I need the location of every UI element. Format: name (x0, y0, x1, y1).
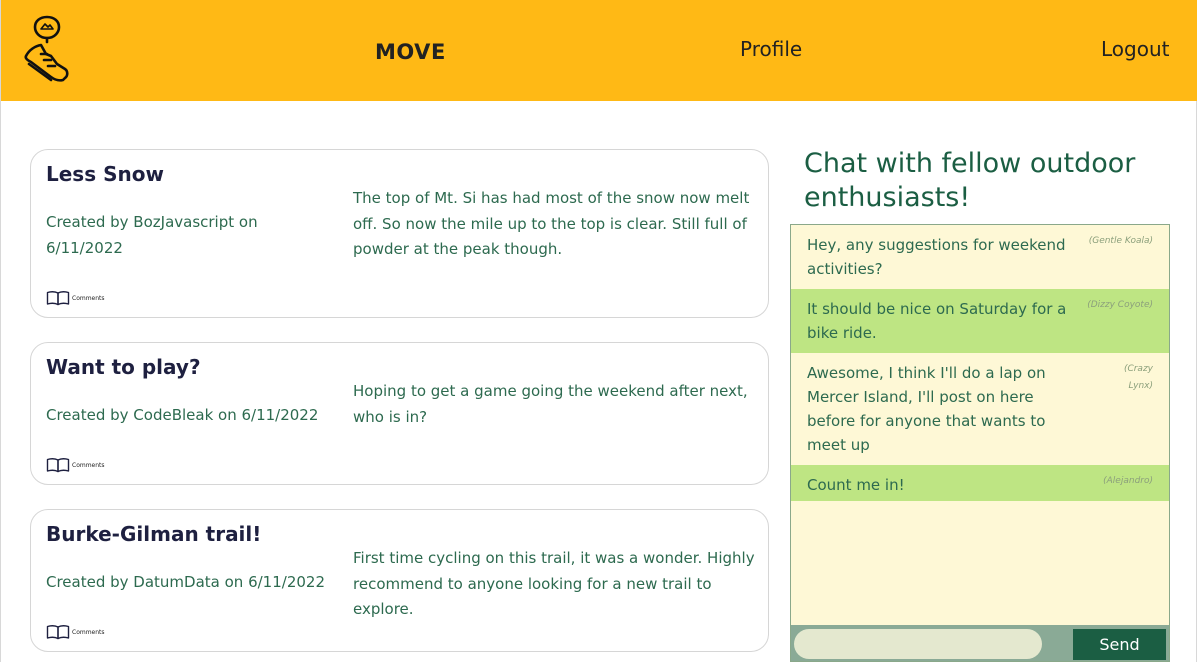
top-navbar: MOVE Profile Logout (1, 0, 1197, 101)
post-body: The top of Mt. Si has had most of the sn… (353, 189, 750, 258)
open-book-icon (46, 625, 70, 640)
chat-message-author: (Alejandro) (1103, 476, 1153, 486)
chat-message-author: (Dizzy Coyote) (1087, 300, 1153, 310)
comments-label: Comments (72, 294, 105, 302)
chat-message: Awesome, I think I'll do a lap on Mercer… (791, 353, 1169, 465)
logout-link[interactable]: Logout (1101, 37, 1169, 61)
comments-label: Comments (72, 628, 105, 636)
chat-input-bar: Send (791, 625, 1169, 661)
profile-link[interactable]: Profile (740, 37, 802, 61)
chat-message: It should be nice on Saturday for a bike… (791, 289, 1169, 353)
open-book-icon (46, 291, 70, 306)
chat-message: Count me in! (Alejandro) (791, 465, 1169, 501)
post-card: Want to play? Created by CodeBleak on 6/… (30, 342, 769, 485)
chat-message-author: (Gentle Koala) (1088, 236, 1153, 246)
post-card: Less Snow Created by BozJavascript on 6/… (30, 149, 769, 318)
chat-message: Hey, any suggestions for weekend activit… (791, 225, 1169, 289)
running-shoe-location-pin-icon[interactable] (21, 14, 71, 86)
chat-message-input[interactable] (794, 629, 1042, 659)
open-book-icon (46, 458, 70, 473)
comments-link[interactable]: Comments (46, 624, 105, 640)
chat-message-text: Awesome, I think I'll do a lap on Mercer… (807, 364, 1046, 454)
chat-panel: Hey, any suggestions for weekend activit… (790, 224, 1170, 662)
post-title: Burke-Gilman trail! (46, 522, 262, 546)
post-title: Want to play? (46, 355, 201, 379)
post-card: Burke-Gilman trail! Created by DatumData… (30, 509, 769, 652)
comments-label: Comments (72, 461, 105, 469)
send-button[interactable]: Send (1073, 629, 1166, 660)
chat-heading: Chat with fellow outdoor enthusiasts! (804, 148, 1136, 213)
post-body: Hoping to get a game going the weekend a… (353, 382, 748, 426)
chat-message-author: (Crazy Lynx) (1123, 364, 1153, 391)
brand-link[interactable]: MOVE (375, 40, 446, 64)
comments-link[interactable]: Comments (46, 457, 105, 473)
comments-link[interactable]: Comments (46, 290, 105, 306)
post-title: Less Snow (46, 162, 164, 186)
post-meta: Created by CodeBleak on 6/11/2022 (46, 406, 319, 424)
post-meta: Created by BozJavascript on 6/11/2022 (46, 213, 258, 257)
post-body: First time cycling on this trail, it was… (353, 549, 755, 618)
post-meta: Created by DatumData on 6/11/2022 (46, 573, 325, 591)
